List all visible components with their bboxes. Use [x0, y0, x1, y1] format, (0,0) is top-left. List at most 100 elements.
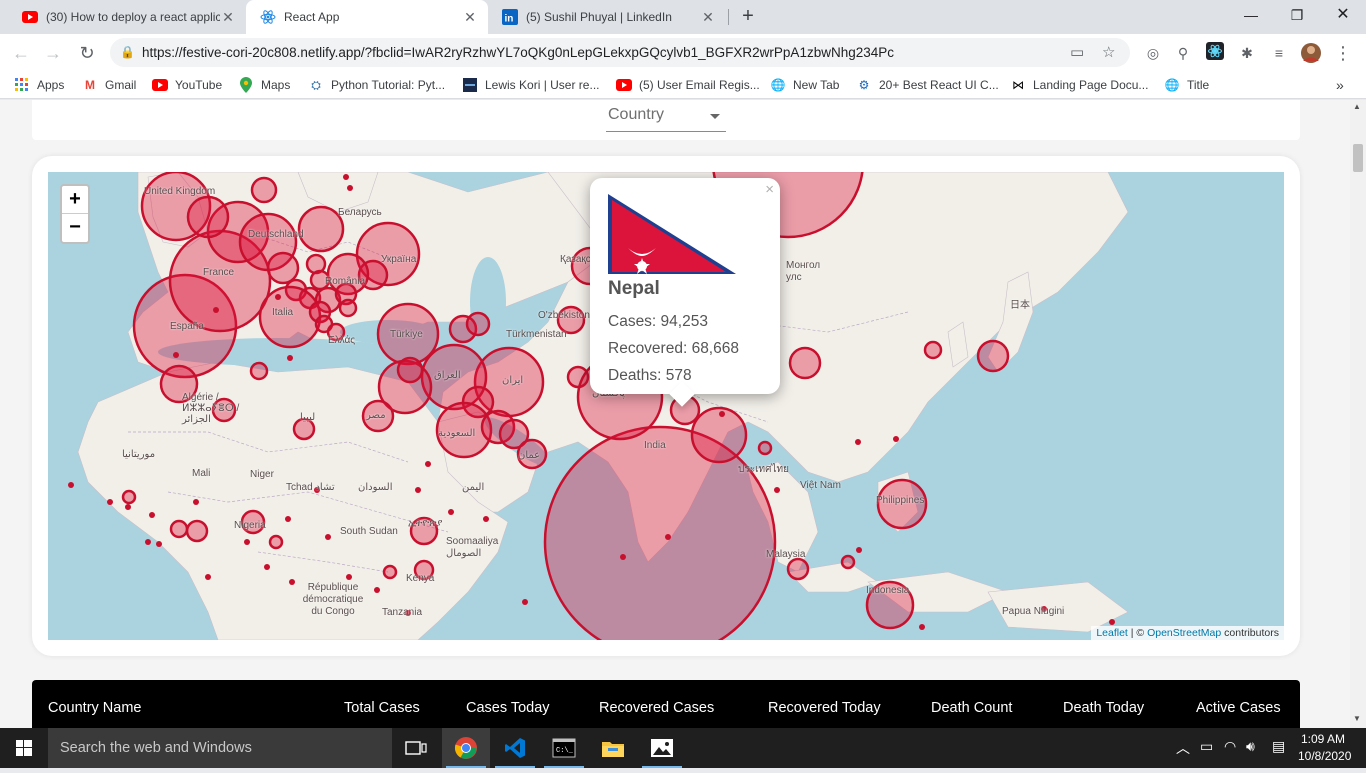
scroll-down-icon[interactable]: ▼ [1353, 714, 1361, 723]
popup-country-name: Nepal [608, 278, 660, 299]
country-select[interactable]: Country [606, 106, 726, 132]
wifi-icon[interactable]: ◠ [1224, 738, 1236, 755]
zoom-out-button[interactable]: − [62, 214, 88, 242]
bookmark-new-tab[interactable]: 🌐 New Tab [770, 76, 840, 94]
globe-icon: 🌐 [770, 78, 786, 92]
menu-kebab-icon[interactable]: ⋮ [1332, 42, 1354, 64]
task-view-icon[interactable] [392, 728, 440, 768]
column-header-total-cases[interactable]: Total Cases [344, 700, 420, 716]
cast-icon[interactable]: ▭ [1070, 43, 1084, 61]
leaflet-link[interactable]: Leaflet [1096, 627, 1128, 639]
world-map[interactable]: United Kingdom Беларусь Deutschland Укра… [48, 172, 1284, 640]
map-label: اليمن [462, 482, 485, 493]
map-label: Mali [192, 468, 211, 479]
chevron-up-icon[interactable]: ︿ [1176, 738, 1190, 758]
browser-tab-strip: (30) How to deploy a react applic ✕ Reac… [0, 0, 1366, 34]
map-label: Philippines [876, 495, 925, 506]
maps-pin-icon [238, 77, 254, 93]
bookmark-star-icon[interactable]: ☆ [1102, 43, 1115, 61]
puzzle-icon[interactable]: ✱ [1236, 42, 1258, 64]
minimize-button[interactable]: — [1228, 0, 1274, 30]
case-circle-india [543, 425, 777, 640]
tab-linkedin[interactable]: in (5) Sushil Phuyal | LinkedIn ✕ [488, 0, 726, 34]
photos-taskbar-icon[interactable] [638, 728, 686, 768]
bookmark-maps[interactable]: Maps [238, 76, 290, 94]
windows-start-button[interactable] [0, 728, 48, 768]
bookmark-user-email[interactable]: (5) User Email Regis... [616, 76, 760, 94]
react-devtools-icon[interactable] [1204, 42, 1226, 64]
map-label: السودان [358, 482, 393, 493]
close-window-button[interactable]: ✕ [1320, 0, 1366, 30]
bookmarks-overflow-icon[interactable]: » [1336, 76, 1344, 94]
bookmark-gmail[interactable]: M Gmail [82, 76, 136, 94]
column-header-country[interactable]: Country Name [48, 700, 141, 716]
tab-title: React App [284, 10, 340, 24]
bookmark-python[interactable]: ⛭ Python Tutorial: Pyt... [308, 76, 445, 94]
back-button[interactable]: ← [8, 40, 34, 66]
file-explorer-taskbar-icon[interactable] [589, 728, 637, 768]
map-label: Việt Nam [800, 480, 841, 491]
column-header-death-today[interactable]: Death Today [1063, 700, 1144, 716]
map-label: United Kingdom [144, 186, 216, 197]
map-label: Україна [381, 254, 417, 265]
close-icon[interactable]: × [765, 181, 774, 198]
forward-button[interactable]: → [40, 40, 66, 66]
close-icon[interactable]: ✕ [700, 9, 716, 26]
youtube-icon [22, 9, 38, 25]
site-icon [462, 77, 478, 93]
case-circle-bangladesh [690, 406, 748, 464]
reload-button[interactable]: ↻ [74, 40, 100, 66]
lock-icon: 🔒 [120, 45, 135, 59]
volume-icon[interactable]: 🔊︎ [1246, 738, 1255, 755]
column-header-death-count[interactable]: Death Count [931, 700, 1012, 716]
youtube-icon [616, 77, 632, 93]
map-label: Türkiye [390, 329, 423, 340]
battery-icon[interactable]: ▭ [1200, 738, 1213, 755]
popup-cases: Cases: 94,253 [608, 313, 708, 330]
bookmark-lewis[interactable]: Lewis Kori | User re... [462, 76, 599, 94]
scroll-up-icon[interactable]: ▲ [1353, 102, 1361, 111]
extension-icon[interactable]: ⚲ [1172, 42, 1194, 64]
close-icon[interactable]: ✕ [462, 9, 478, 26]
extension-icon[interactable]: ◎ [1142, 42, 1164, 64]
column-header-active-cases[interactable]: Active Cases [1196, 700, 1281, 716]
map-label: République démocratique du Congo [302, 582, 364, 617]
svg-text:C:\_: C:\_ [556, 747, 574, 755]
new-tab-button[interactable]: + [736, 5, 760, 29]
terminal-taskbar-icon[interactable]: C:\_ [540, 728, 588, 768]
page-scrollbar[interactable]: ▲ ▼ [1350, 100, 1366, 728]
react-icon [260, 9, 276, 25]
tab-youtube-deploy[interactable]: (30) How to deploy a react applic ✕ [8, 0, 246, 34]
gear-icon: ⚙ [858, 78, 870, 92]
map-label: South Sudan [340, 526, 398, 537]
bookmark-react-ui[interactable]: ⚙ 20+ Best React UI C... [856, 76, 999, 94]
column-header-recovered[interactable]: Recovered Cases [599, 700, 714, 716]
restore-button[interactable]: ❐ [1274, 0, 1320, 30]
vscode-taskbar-icon[interactable] [491, 728, 539, 768]
column-header-cases-today[interactable]: Cases Today [466, 700, 550, 716]
zoom-in-button[interactable]: + [62, 186, 88, 214]
tab-react-app[interactable]: React App ✕ [246, 0, 488, 34]
openstreetmap-link[interactable]: OpenStreetMap [1147, 627, 1221, 639]
map-label: Italia [272, 307, 294, 318]
avatar[interactable] [1300, 42, 1322, 64]
map-label: Algérie / ⵍⵣⵣⴰⵢⴻⵔ / الجزائر [182, 392, 240, 425]
taskbar-search-input[interactable]: Search the web and Windows [48, 728, 392, 768]
tab-separator [728, 9, 729, 25]
bookmark-apps[interactable]: Apps [14, 76, 64, 94]
scrollbar-thumb[interactable] [1353, 144, 1363, 172]
media-control-icon[interactable]: ≡ [1268, 42, 1290, 64]
close-icon[interactable]: ✕ [220, 9, 236, 26]
bookmark-youtube[interactable]: YouTube [152, 76, 222, 94]
chrome-taskbar-icon[interactable] [442, 728, 490, 768]
url-text[interactable]: https://festive-cori-20c808.netlify.app/… [142, 45, 1062, 60]
address-bar[interactable]: 🔒 https://festive-cori-20c808.netlify.ap… [110, 38, 1130, 67]
map-label: مصر [366, 410, 386, 421]
column-header-recovered-today[interactable]: Recovered Today [768, 700, 881, 716]
bookmark-landing-page[interactable]: ⋈ Landing Page Docu... [1010, 76, 1148, 94]
action-center-icon[interactable]: ▤ [1272, 738, 1285, 755]
chevron-down-icon [710, 114, 720, 119]
taskbar-clock[interactable]: 1:09 AM 10/8/2020 [1298, 731, 1351, 765]
country-select-value: Country [608, 106, 665, 123]
bookmark-title[interactable]: 🌐 Title [1164, 76, 1210, 94]
